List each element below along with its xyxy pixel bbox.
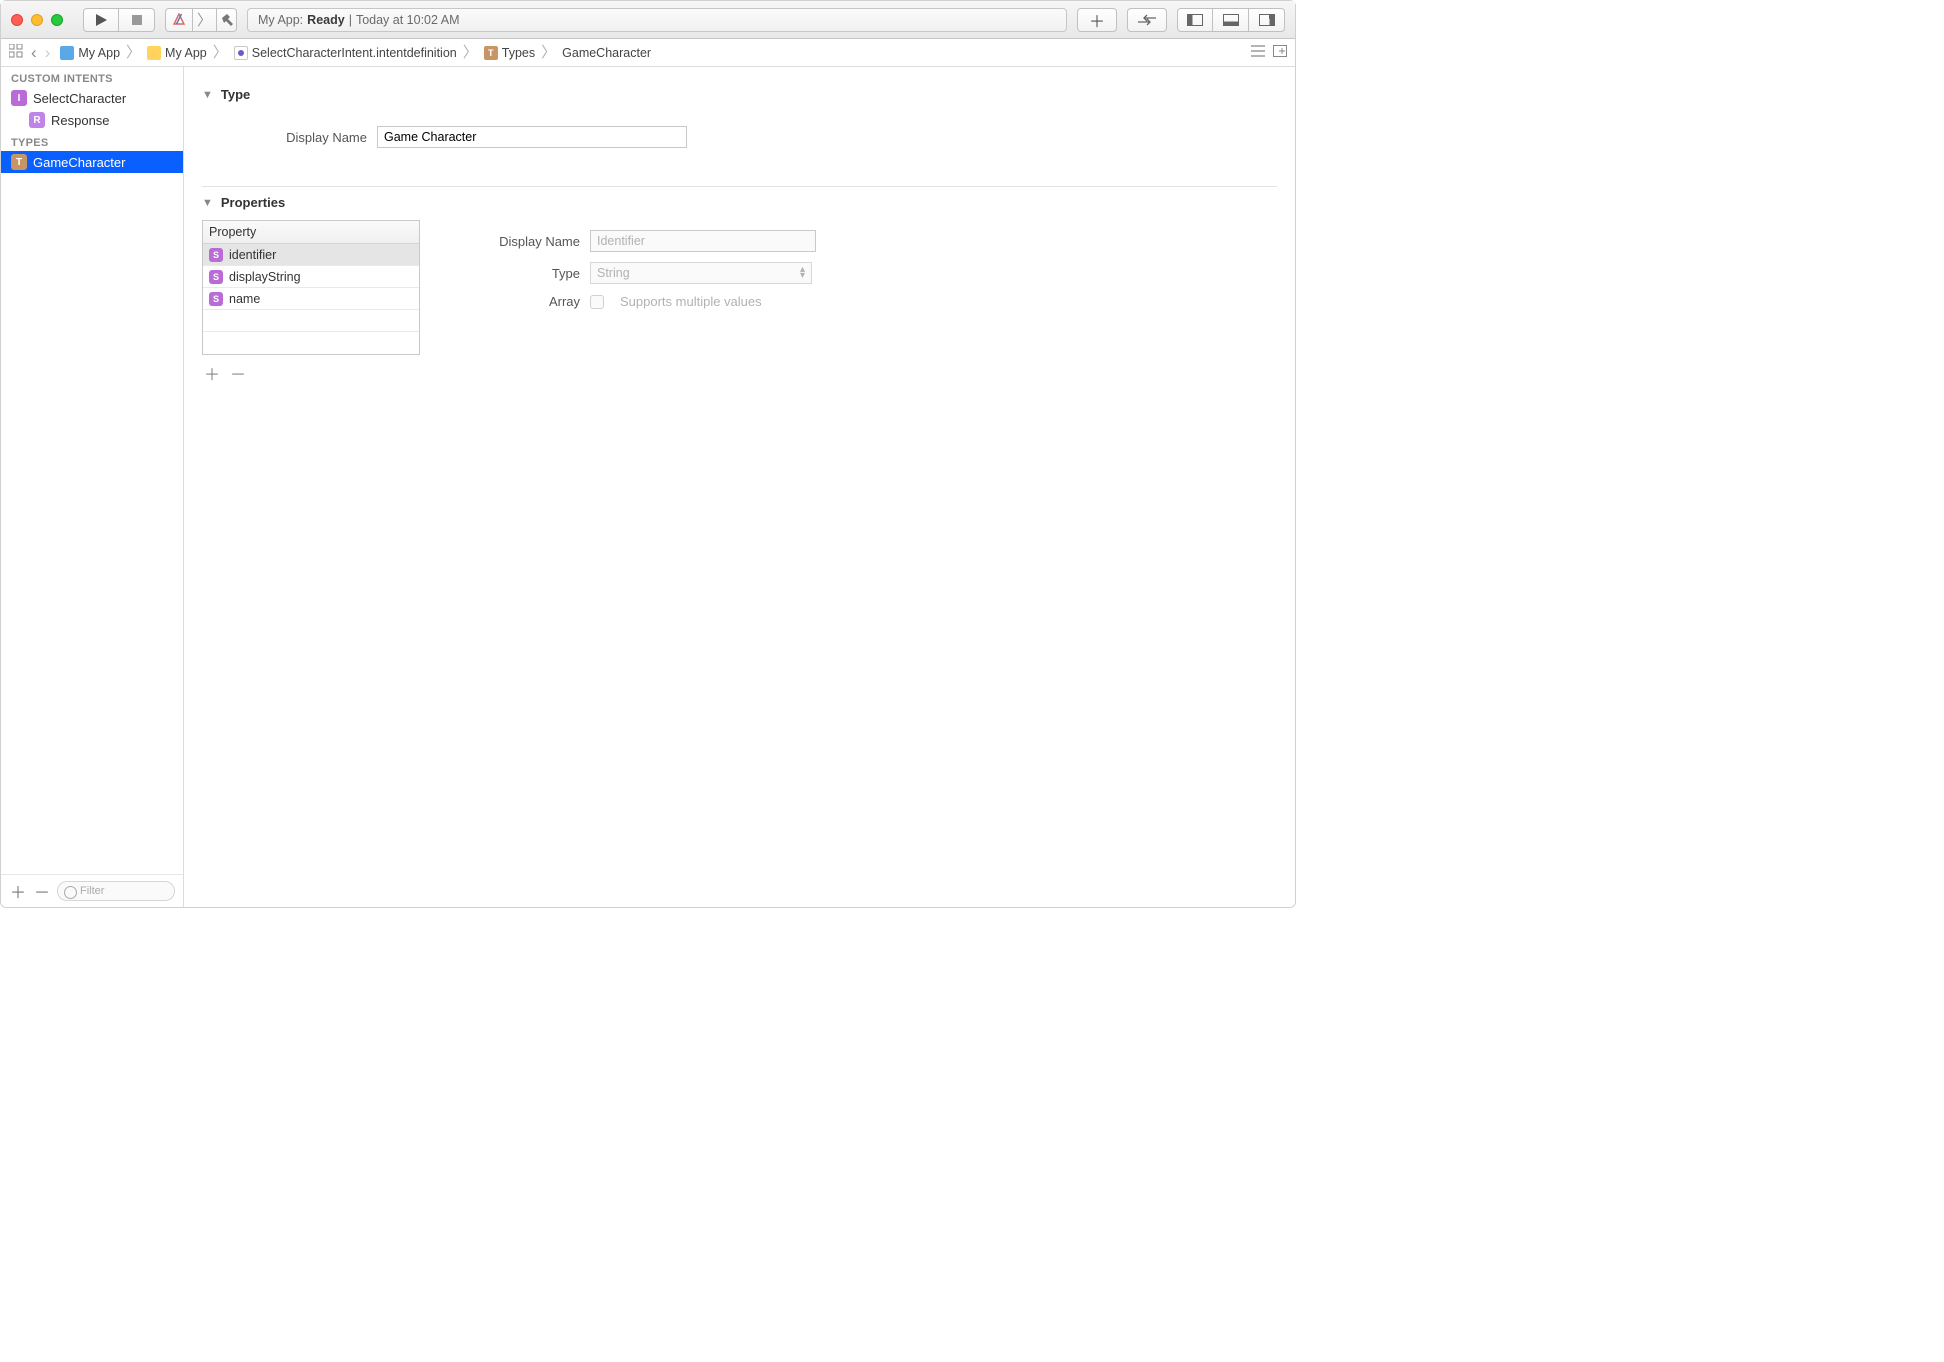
property-row-empty — [203, 332, 419, 354]
type-section-title: Type — [221, 87, 250, 102]
crumb-folder: My App — [165, 46, 207, 60]
status-state: Ready — [307, 13, 345, 27]
document-items-icon[interactable] — [1251, 45, 1265, 60]
filter-field[interactable]: Filter — [57, 881, 175, 901]
status-app: My App: — [258, 13, 303, 27]
back-button[interactable]: ‹ — [31, 43, 37, 63]
type-badge-icon: T — [11, 154, 27, 170]
crumb-types: Types — [502, 46, 535, 60]
detail-display-name-input[interactable] — [590, 230, 816, 252]
intent-badge-icon: I — [11, 90, 27, 106]
crumb-file: SelectCharacterIntent.intentdefinition — [252, 46, 457, 60]
display-name-input[interactable] — [377, 126, 687, 148]
string-badge-icon: S — [209, 270, 223, 284]
window-controls — [11, 14, 63, 26]
left-panel-toggle[interactable] — [1177, 8, 1213, 32]
scheme-selector[interactable]: 〉 — [165, 8, 237, 32]
run-stop-group — [83, 8, 155, 32]
sidebar-item-response[interactable]: R Response — [1, 109, 183, 131]
status-time: Today at 10:02 AM — [356, 13, 460, 27]
intentdef-icon — [234, 46, 248, 60]
display-name-label: Display Name — [202, 130, 367, 145]
disclosure-icon: ▼ — [202, 89, 213, 101]
detail-type-label: Type — [460, 266, 580, 281]
panel-toggles — [1177, 8, 1285, 32]
detail-array-label: Array — [460, 294, 580, 309]
sidebar-item-intent[interactable]: I SelectCharacter — [1, 87, 183, 109]
detail-array-text: Supports multiple values — [620, 294, 762, 309]
filter-placeholder: Filter — [80, 885, 104, 897]
toolbar: 〉 My App: Ready | Today at 10:02 AM ＋ — [1, 1, 1295, 39]
custom-intents-header: CUSTOM INTENTS — [1, 67, 183, 87]
folder-icon — [147, 46, 161, 60]
sidebar-add-button[interactable]: ＋ — [9, 882, 27, 900]
property-table: Property S identifier S displayString S … — [202, 220, 420, 355]
add-button[interactable]: ＋ — [1077, 8, 1117, 32]
property-remove-button[interactable]: － — [230, 361, 246, 385]
code-review-button[interactable] — [1127, 8, 1167, 32]
property-add-button[interactable]: ＋ — [204, 361, 220, 385]
property-row-name[interactable]: S name — [203, 288, 419, 310]
hammer-icon — [221, 14, 233, 26]
property-row-identifier[interactable]: S identifier — [203, 244, 419, 266]
type-icon: T — [484, 46, 498, 60]
jump-bar: ‹ › My App 〉 My App 〉 SelectCharacterInt… — [1, 39, 1295, 67]
sidebar-intent-label: SelectCharacter — [33, 91, 126, 106]
response-badge-icon: R — [29, 112, 45, 128]
sidebar-footer: ＋ － Filter — [1, 874, 183, 907]
property-row-empty — [203, 310, 419, 332]
bottom-panel-toggle[interactable] — [1213, 8, 1249, 32]
swap-arrows-icon — [1138, 14, 1156, 26]
crumb-project: My App — [78, 46, 120, 60]
type-section-header[interactable]: ▼ Type — [202, 87, 1277, 102]
detail-display-name-label: Display Name — [460, 234, 580, 249]
run-button[interactable] — [83, 8, 119, 32]
detail-type-value: String — [597, 266, 630, 280]
crumb-item: GameCharacter — [562, 46, 651, 60]
related-items-icon[interactable] — [9, 44, 23, 61]
close-window-button[interactable] — [11, 14, 23, 26]
forward-button[interactable]: › — [45, 43, 51, 63]
right-panel-toggle[interactable] — [1249, 8, 1285, 32]
property-name: displayString — [229, 270, 301, 284]
property-detail: Display Name Type String ▴▾ Array Suppor — [460, 220, 1277, 317]
intent-navigator: CUSTOM INTENTS I SelectCharacter R Respo… — [1, 67, 184, 907]
properties-section-header[interactable]: ▼ Properties — [202, 195, 1277, 210]
project-icon — [60, 46, 74, 60]
property-name: name — [229, 292, 260, 306]
add-editor-icon[interactable] — [1273, 45, 1287, 60]
detail-array-checkbox[interactable] — [590, 295, 604, 309]
string-badge-icon: S — [209, 292, 223, 306]
sidebar-type-label: GameCharacter — [33, 155, 125, 170]
sidebar-remove-button[interactable]: － — [33, 882, 51, 900]
sidebar-item-gamecharacter[interactable]: T GameCharacter — [1, 151, 183, 173]
select-chevrons-icon: ▴▾ — [800, 267, 805, 279]
property-name: identifier — [229, 248, 276, 262]
stop-button[interactable] — [119, 8, 155, 32]
disclosure-icon: ▼ — [202, 197, 213, 209]
property-column-header[interactable]: Property — [203, 221, 419, 244]
status-sep: | — [349, 13, 352, 27]
types-header: TYPES — [1, 131, 183, 151]
properties-section-title: Properties — [221, 195, 285, 210]
activity-status: My App: Ready | Today at 10:02 AM — [247, 8, 1067, 32]
type-editor: ▼ Type Display Name ▼ Properties Propert… — [184, 67, 1295, 907]
property-row-displaystring[interactable]: S displayString — [203, 266, 419, 288]
breadcrumbs[interactable]: My App 〉 My App 〉 SelectCharacterIntent.… — [60, 45, 651, 60]
sidebar-response-label: Response — [51, 113, 110, 128]
minimize-window-button[interactable] — [31, 14, 43, 26]
zoom-window-button[interactable] — [51, 14, 63, 26]
detail-type-select[interactable]: String ▴▾ — [590, 262, 812, 284]
scheme-app-icon — [172, 13, 186, 27]
string-badge-icon: S — [209, 248, 223, 262]
